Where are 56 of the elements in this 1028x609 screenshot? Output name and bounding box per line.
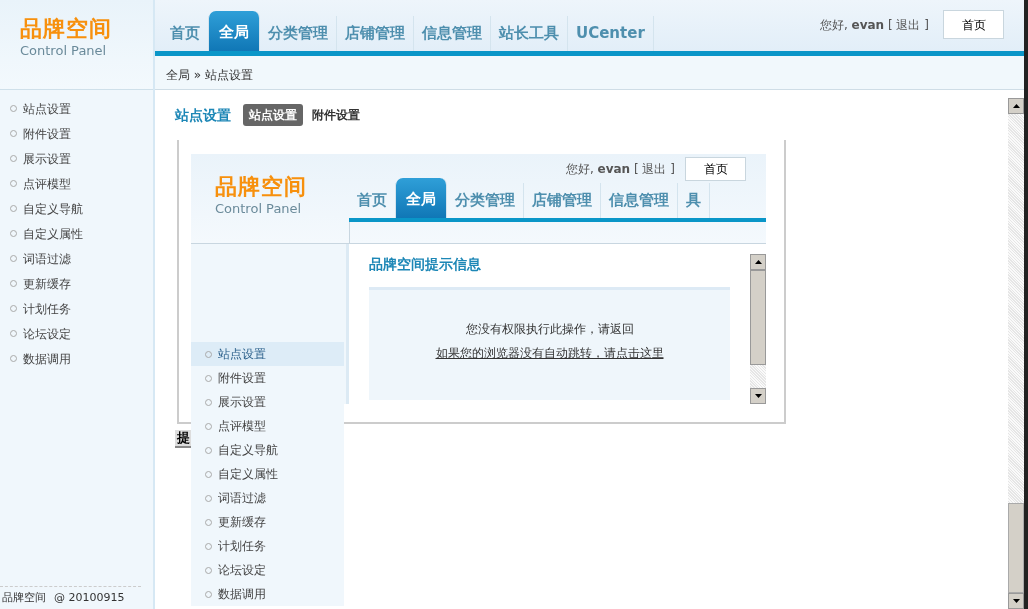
- sidebar-item[interactable]: 计划任务: [0, 296, 153, 321]
- logo-subtitle: Control Panel: [215, 201, 303, 217]
- logo-title: 品牌空间: [215, 176, 308, 198]
- scroll-down-button[interactable]: [750, 388, 766, 404]
- greeting-text: 您好, evan [ 退出 ]: [565, 161, 675, 178]
- sidebar-item[interactable]: 站点设置: [0, 96, 153, 121]
- down-arrow-icon: [754, 394, 762, 398]
- sidebar-item[interactable]: 论坛设定: [191, 558, 344, 582]
- logout-link[interactable]: [ 退出 ]: [888, 18, 929, 32]
- sidebar-item[interactable]: 展示设置: [191, 390, 344, 414]
- submit-button[interactable]: 提: [175, 430, 191, 448]
- sidebar-item[interactable]: 词语过滤: [191, 486, 344, 510]
- sidebar-item[interactable]: 附件设置: [0, 121, 153, 146]
- scroll-thumb[interactable]: [750, 270, 766, 365]
- message-title: 品牌空间提示信息: [369, 255, 482, 274]
- sidebar-item[interactable]: 自定义导航: [0, 196, 153, 221]
- breadcrumb: 全局 » 站点设置: [155, 56, 1024, 90]
- scroll-up-button[interactable]: [1008, 98, 1024, 114]
- sidebar-item[interactable]: 计划任务: [191, 534, 344, 558]
- sidebar-item[interactable]: 站点设置: [191, 342, 344, 366]
- sidebar-item[interactable]: 更新缓存: [0, 271, 153, 296]
- page-title: 站点设置: [175, 105, 231, 125]
- footer-version: @ 20100915: [54, 589, 125, 606]
- scroll-down-button[interactable]: [1008, 593, 1024, 609]
- logo-subtitle: Control Panel: [20, 43, 108, 59]
- sidebar-item[interactable]: 更新缓存: [191, 510, 344, 534]
- scroll-up-button[interactable]: [750, 254, 766, 270]
- sidebar-item[interactable]: 词语过滤: [0, 246, 153, 271]
- scroll-thumb[interactable]: [1008, 503, 1024, 593]
- nav-tab[interactable]: 全局: [396, 178, 447, 218]
- sidebar-item[interactable]: 自定义导航: [191, 438, 344, 462]
- message-text: 您没有权限执行此操作，请返回: [464, 321, 635, 338]
- sub-tab[interactable]: 附件设置: [306, 104, 366, 126]
- scrollbar[interactable]: [1008, 98, 1024, 609]
- sidebar-item[interactable]: 自定义属性: [0, 221, 153, 246]
- sub-tab[interactable]: 站点设置: [243, 104, 303, 126]
- home-button[interactable]: 首页: [943, 10, 1004, 39]
- footer-brand: 品牌空间: [2, 589, 46, 606]
- greeting-text: 您好, evan [ 退出 ]: [819, 17, 929, 34]
- sidebar-item[interactable]: 附件设置: [191, 366, 344, 390]
- nav-tab[interactable]: 全局: [209, 11, 260, 51]
- logout-link[interactable]: [ 退出 ]: [634, 162, 675, 176]
- up-arrow-icon: [754, 260, 762, 264]
- sidebar-item[interactable]: 自定义属性: [191, 462, 344, 486]
- down-arrow-icon: [1012, 599, 1020, 603]
- sidebar-item[interactable]: 数据调用: [0, 346, 153, 371]
- sidebar-item[interactable]: 展示设置: [0, 146, 153, 171]
- home-button[interactable]: 首页: [685, 157, 746, 181]
- scrollbar[interactable]: [750, 254, 766, 404]
- sidebar-item[interactable]: 论坛设定: [0, 321, 153, 346]
- up-arrow-icon: [1012, 104, 1020, 108]
- sidebar-item[interactable]: 数据调用: [191, 582, 344, 606]
- logo-title: 品牌空间: [20, 18, 113, 40]
- redirect-link[interactable]: 如果您的浏览器没有自动跳转，请点击这里: [435, 346, 664, 360]
- sidebar-item[interactable]: 点评模型: [0, 171, 153, 196]
- sidebar-item[interactable]: 点评模型: [191, 414, 344, 438]
